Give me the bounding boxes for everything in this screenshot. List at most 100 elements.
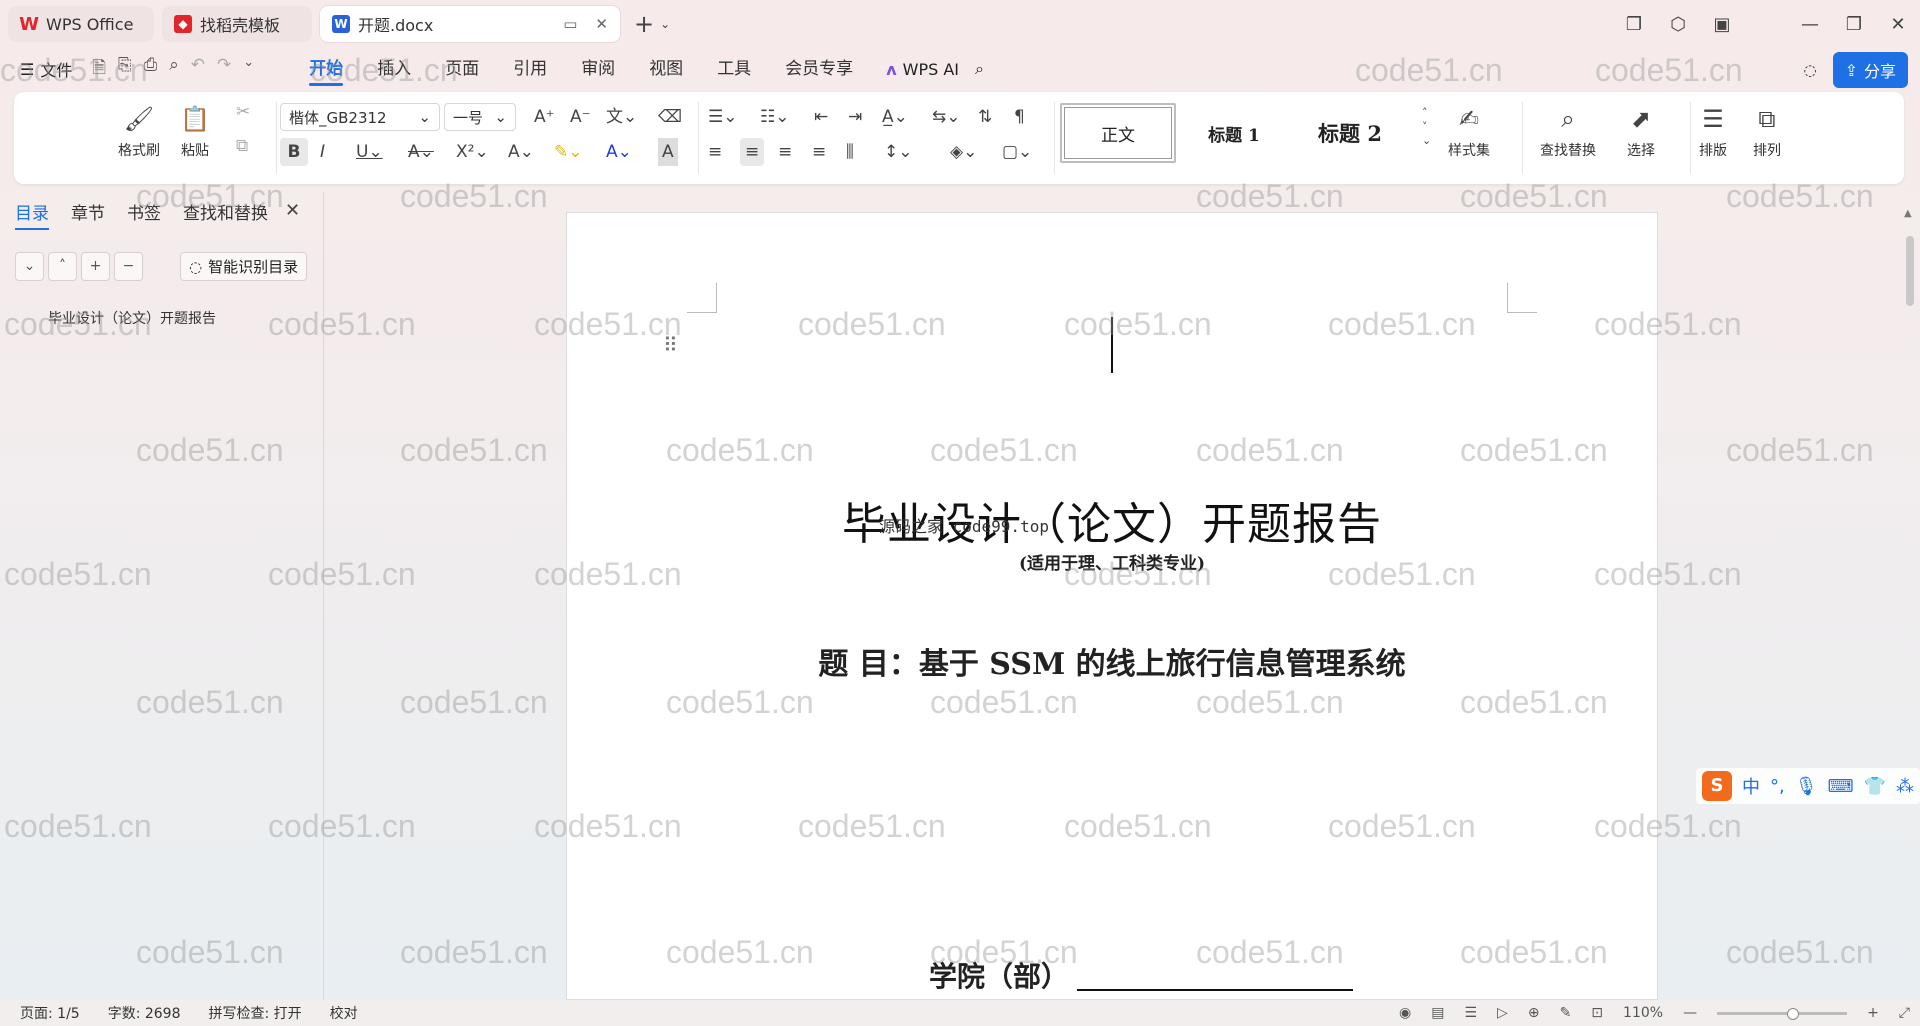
scroll-thumb[interactable] bbox=[1906, 236, 1914, 306]
page-indicator[interactable]: 页面: 1/5 bbox=[20, 1003, 80, 1023]
nav-tab-sections[interactable]: 章节 bbox=[71, 199, 105, 224]
tab-view[interactable]: 视图 bbox=[632, 50, 700, 88]
distribute-icon[interactable]: ⫼ bbox=[846, 138, 854, 166]
keyboard-icon[interactable]: ⌨ bbox=[1828, 776, 1854, 797]
microphone-icon[interactable]: 🎙 bbox=[1795, 776, 1818, 797]
style-scroll-icon[interactable]: ˄ ˅ ⌄ bbox=[1422, 106, 1431, 147]
nav-tab-find-replace[interactable]: 查找和替换 bbox=[183, 199, 268, 224]
tab-page[interactable]: 页面 bbox=[428, 50, 496, 88]
char-shading-icon[interactable]: A bbox=[658, 138, 678, 166]
maximize-icon[interactable]: ❐ bbox=[1832, 14, 1876, 35]
expand-icon[interactable]: ˄ bbox=[48, 252, 77, 281]
save-icon[interactable]: 🗎 bbox=[92, 55, 106, 84]
arrange-button[interactable]: ⧉ 排列 bbox=[1752, 104, 1782, 160]
monitor-icon[interactable]: ▭ bbox=[563, 15, 577, 33]
toolbox-icon[interactable]: ⁂ bbox=[1896, 776, 1914, 797]
outline-view-icon[interactable]: ☰ bbox=[1464, 1005, 1477, 1021]
tab-review[interactable]: 审阅 bbox=[564, 50, 632, 88]
tab-wps-office[interactable]: W WPS Office bbox=[8, 6, 154, 42]
justify-icon[interactable]: ≡ bbox=[812, 138, 826, 166]
align-center-icon[interactable]: ≡ bbox=[740, 138, 765, 166]
remove-icon[interactable]: − bbox=[114, 252, 143, 281]
fit-page-icon[interactable]: ⊡ bbox=[1591, 1005, 1603, 1021]
print-icon[interactable]: ⎙ bbox=[144, 55, 158, 84]
vertical-scrollbar[interactable]: ▲ bbox=[1900, 192, 1920, 1000]
format-painter-button[interactable]: 🖌 格式刷 bbox=[118, 104, 160, 160]
font-color-icon[interactable]: A⌄ bbox=[606, 138, 632, 166]
line-spacing-icon[interactable]: ↕⌄ bbox=[884, 138, 913, 166]
tab-references[interactable]: 引用 bbox=[496, 50, 564, 88]
italic-icon[interactable]: I bbox=[320, 138, 325, 166]
proofread[interactable]: 校对 bbox=[330, 1003, 358, 1023]
zoom-out-icon[interactable]: — bbox=[1683, 1005, 1697, 1021]
style-heading2[interactable]: 标题 2 bbox=[1292, 103, 1408, 163]
punctuation-icon[interactable]: °, bbox=[1770, 776, 1785, 797]
decrease-indent-icon[interactable]: ⇤ bbox=[814, 103, 828, 131]
undo-icon[interactable]: ↶ bbox=[191, 55, 205, 84]
eye-icon[interactable]: ◉ bbox=[1399, 1005, 1411, 1021]
grow-font-icon[interactable]: A⁺ bbox=[534, 103, 555, 131]
close-icon[interactable]: ✕ bbox=[285, 200, 300, 221]
tab-document[interactable]: W 开题.docx ▭ ✕ bbox=[320, 6, 620, 42]
layout-button[interactable]: ☰ 排版 bbox=[1698, 104, 1728, 160]
zoom-slider[interactable] bbox=[1717, 1007, 1848, 1020]
page-view-icon[interactable]: ▤ bbox=[1431, 1005, 1444, 1021]
skin-icon[interactable]: 👕 bbox=[1864, 776, 1886, 797]
align-right-icon[interactable]: ≡ bbox=[778, 138, 792, 166]
play-icon[interactable]: ▷ bbox=[1497, 1005, 1508, 1021]
toc-item[interactable]: 毕业设计（论文）开题报告 bbox=[48, 308, 216, 328]
bullet-list-icon[interactable]: ☰⌄ bbox=[708, 103, 737, 131]
shading-icon[interactable]: ◈⌄ bbox=[950, 138, 977, 166]
bold-icon[interactable]: B bbox=[280, 138, 308, 166]
collapse-icon[interactable]: ⌄ bbox=[15, 252, 44, 281]
tab-home[interactable]: 开始 bbox=[292, 50, 360, 88]
redo-icon[interactable]: ↷ bbox=[217, 55, 231, 84]
chevron-down-icon[interactable]: ⌄ bbox=[243, 55, 254, 84]
share-button[interactable]: ⇪ 分享 bbox=[1832, 52, 1908, 88]
nav-tab-bookmarks[interactable]: 书签 bbox=[127, 199, 161, 224]
wps-ai-button[interactable]: ʌ WPS AI ⌕ bbox=[886, 59, 984, 79]
document-page[interactable]: ⠿ 毕业设计（论文）开题报告 源码之家 code99.top (适用于理、工科类… bbox=[566, 212, 1658, 1000]
scroll-up-icon[interactable]: ▲ bbox=[1904, 208, 1912, 219]
comment-icon[interactable]: ◌ bbox=[1803, 61, 1816, 79]
tab-tools[interactable]: 工具 bbox=[700, 50, 768, 88]
find-replace-button[interactable]: ⌕ 查找替换 bbox=[1540, 104, 1596, 160]
zoom-in-icon[interactable]: + bbox=[1867, 1005, 1879, 1021]
font-name-select[interactable]: 楷体_GB2312 ⌄ bbox=[280, 103, 440, 131]
text-effect-icon[interactable]: A⌄ bbox=[508, 138, 534, 166]
new-tab-button[interactable]: + ⌄ bbox=[634, 10, 670, 38]
align-left-icon[interactable]: ≡ bbox=[708, 138, 722, 166]
zoom-level[interactable]: 110% bbox=[1623, 1005, 1663, 1021]
sort-icon[interactable]: ⇅ bbox=[978, 103, 992, 131]
smart-toc-button[interactable]: ◌ 智能识别目录 bbox=[180, 252, 308, 281]
clear-format-icon[interactable]: ⌫ bbox=[658, 103, 682, 131]
text-direction-icon[interactable]: ⇆⌄ bbox=[932, 103, 961, 131]
minimize-icon[interactable]: — bbox=[1788, 14, 1832, 35]
style-normal[interactable]: 正文 bbox=[1060, 103, 1176, 163]
style-heading1[interactable]: 标题 1 bbox=[1176, 103, 1292, 163]
close-window-icon[interactable]: ✕ bbox=[1876, 14, 1920, 35]
cube-icon[interactable]: ⬡ bbox=[1656, 14, 1700, 35]
highlight-icon[interactable]: ✎⌄ bbox=[554, 138, 583, 166]
fullscreen-icon[interactable]: ⤢ bbox=[1899, 1005, 1910, 1021]
shrink-font-icon[interactable]: A⁻ bbox=[570, 103, 591, 131]
nav-tab-toc[interactable]: 目录 bbox=[15, 199, 49, 230]
ime-mode[interactable]: 中 bbox=[1742, 773, 1760, 799]
show-marks-icon[interactable]: ¶ bbox=[1014, 103, 1025, 131]
spell-check[interactable]: 拼写检查: 打开 bbox=[209, 1003, 302, 1023]
add-icon[interactable]: + bbox=[81, 252, 110, 281]
web-view-icon[interactable]: ⊕ bbox=[1528, 1005, 1540, 1021]
tab-membership[interactable]: 会员专享 bbox=[768, 50, 870, 88]
char-spacing-icon[interactable]: A̲⌄ bbox=[882, 103, 908, 131]
print-preview-icon[interactable]: ⌕ bbox=[169, 55, 179, 84]
font-size-select[interactable]: 一号 ⌄ bbox=[444, 103, 516, 131]
file-menu[interactable]: ☰ 文件 bbox=[20, 57, 72, 81]
sogou-logo-icon[interactable]: S bbox=[1702, 771, 1732, 801]
paste-button[interactable]: 📋 粘贴 bbox=[180, 104, 210, 160]
strikethrough-icon[interactable]: A⌄ bbox=[408, 138, 434, 166]
copy-icon[interactable]: ⧉ bbox=[236, 132, 248, 160]
underline-icon[interactable]: U⌄ bbox=[356, 138, 383, 166]
numbered-list-icon[interactable]: ☷⌄ bbox=[760, 103, 789, 131]
cut-icon[interactable]: ✂ bbox=[236, 98, 250, 126]
avatar[interactable]: ▣ bbox=[1700, 14, 1744, 35]
